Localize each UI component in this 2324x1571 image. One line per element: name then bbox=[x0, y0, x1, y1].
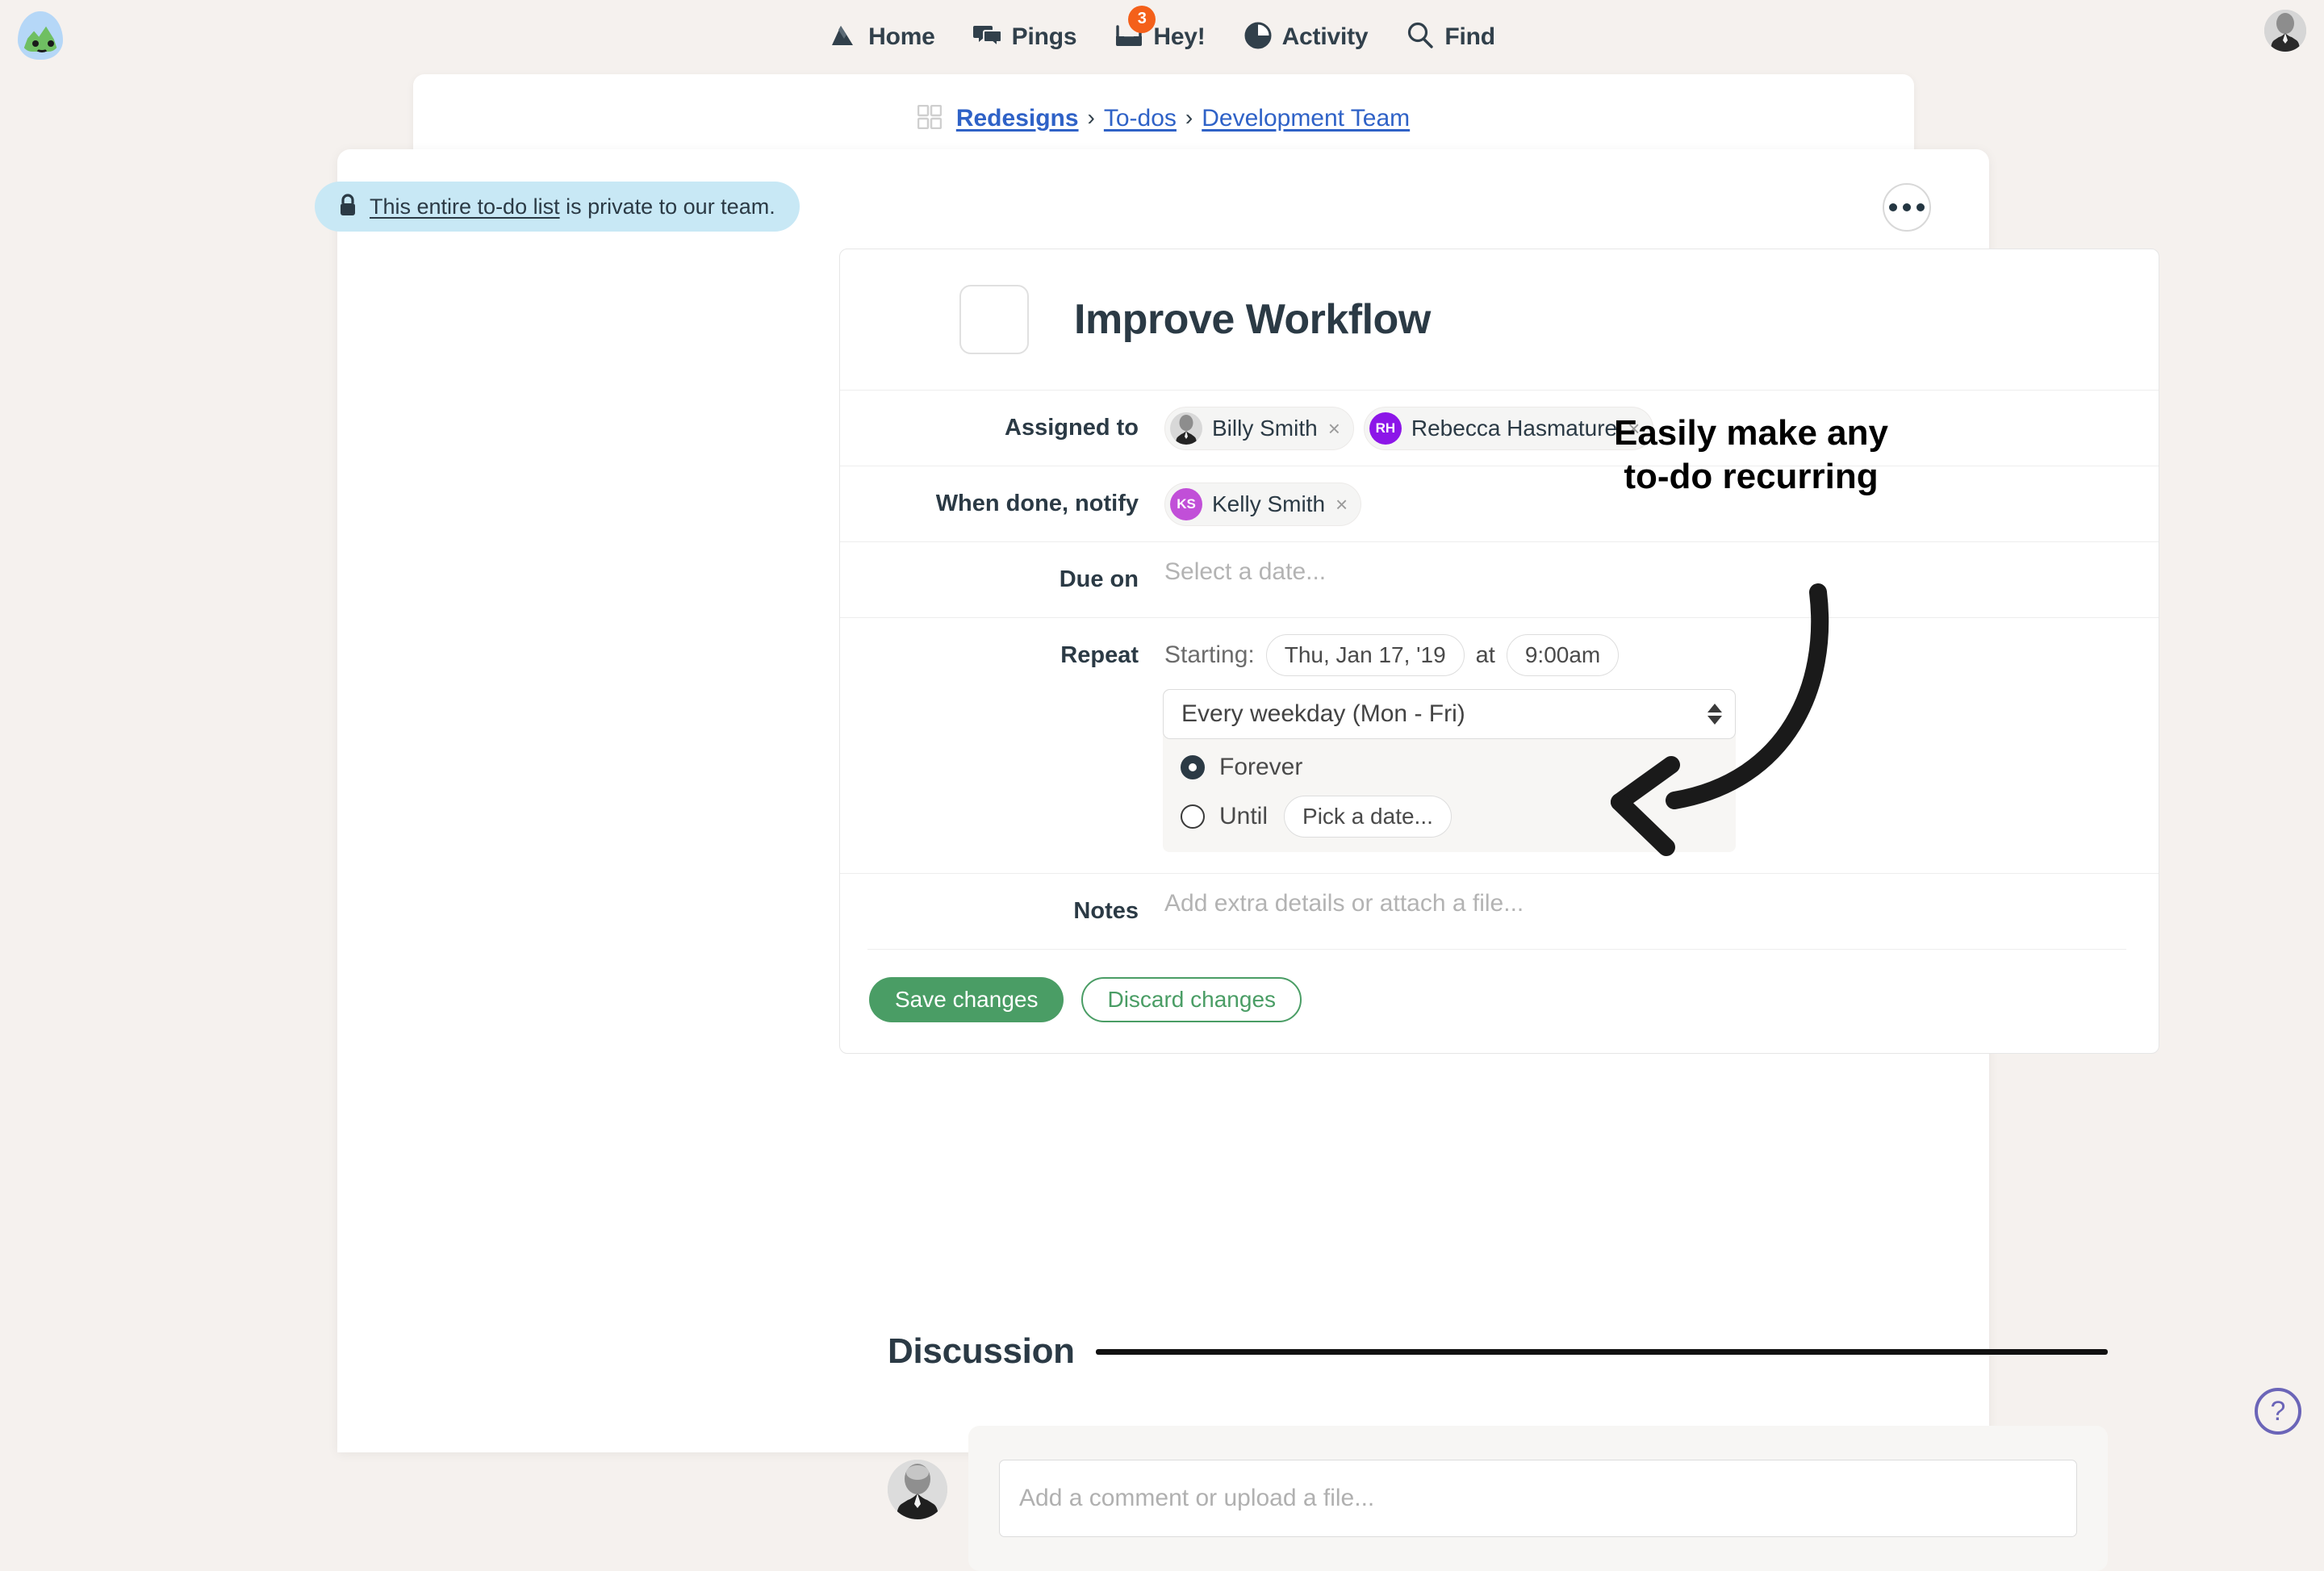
discussion-section-header: Discussion bbox=[888, 1331, 2108, 1372]
field-row-assigned-to: Assigned to Billy Smith × bbox=[840, 390, 2159, 466]
nav-item-find[interactable]: Find bbox=[1403, 17, 1497, 58]
repeat-frequency-value: Every weekday (Mon - Fri) bbox=[1181, 700, 1465, 728]
person-chip-rebecca-hasmature[interactable]: RH Rebecca Hasmature × bbox=[1364, 407, 1653, 450]
top-navigation-bar: Home Pings 3 Hey! bbox=[0, 0, 2324, 74]
nav-item-activity[interactable]: Activity bbox=[1241, 17, 1370, 58]
privacy-notice-text: This entire to-do list is private to our… bbox=[370, 194, 775, 219]
radio-forever[interactable] bbox=[1181, 755, 1205, 779]
discussion-title: Discussion bbox=[888, 1331, 1075, 1372]
dot-3 bbox=[1916, 203, 1925, 211]
nav-label-find: Find bbox=[1444, 23, 1495, 51]
todo-detail-card: This entire to-do list is private to our… bbox=[337, 149, 1989, 1452]
field-row-due-on: Due on Select a date... bbox=[840, 541, 2159, 617]
commenter-avatar bbox=[888, 1460, 947, 1519]
form-actions: Save changes Discard changes bbox=[867, 949, 2126, 1053]
repeat-starting-label: Starting: bbox=[1164, 641, 1255, 669]
breadcrumb-separator-1: › bbox=[1088, 105, 1095, 131]
field-value-notes: Add extra details or attach a file... bbox=[1139, 874, 2126, 932]
todo-title: Improve Workflow bbox=[1074, 295, 1431, 344]
field-row-repeat: Repeat Starting: Thu, Jan 17, '19 at 9:0… bbox=[840, 617, 2159, 873]
comment-input[interactable]: Add a comment or upload a file... bbox=[999, 1460, 2077, 1537]
breadcrumb-item-redesigns[interactable]: Redesigns bbox=[956, 105, 1079, 132]
nav-item-hey[interactable]: 3 Hey! bbox=[1112, 17, 1206, 58]
nav-label-home: Home bbox=[868, 23, 935, 51]
radio-until[interactable] bbox=[1181, 804, 1205, 829]
radio-label-forever: Forever bbox=[1219, 754, 1302, 781]
discard-changes-button[interactable]: Discard changes bbox=[1081, 977, 1302, 1022]
privacy-notice-rest: is private to our team. bbox=[560, 194, 775, 219]
field-label-assigned-to: Assigned to bbox=[840, 391, 1139, 441]
dot-1 bbox=[1889, 203, 1897, 211]
discussion-divider bbox=[1096, 1349, 2108, 1355]
search-icon bbox=[1405, 20, 1436, 55]
repeat-end-option-forever[interactable]: Forever bbox=[1163, 754, 1736, 781]
home-icon bbox=[829, 20, 859, 55]
nav-items: Home Pings 3 Hey! bbox=[827, 17, 1497, 58]
avatar-kelly-smith: KS bbox=[1170, 488, 1202, 520]
remove-person-kelly-smith[interactable]: × bbox=[1335, 492, 1348, 517]
field-label-due-on: Due on bbox=[840, 542, 1139, 593]
breadcrumb-separator-2: › bbox=[1185, 105, 1193, 131]
field-value-assigned-to: Billy Smith × RH Rebecca Hasmature × bbox=[1139, 391, 2126, 465]
lock-icon bbox=[337, 193, 358, 221]
dot-2 bbox=[1903, 203, 1911, 211]
grid-icon[interactable] bbox=[917, 105, 942, 133]
person-name-rebecca-hasmature: Rebecca Hasmature bbox=[1411, 416, 1617, 441]
person-name-billy-smith: Billy Smith bbox=[1212, 416, 1318, 441]
basecamp-logo[interactable] bbox=[11, 6, 69, 65]
privacy-notice-link[interactable]: This entire to-do list bbox=[370, 194, 560, 219]
todo-header: Improve Workflow bbox=[840, 249, 2159, 390]
person-name-kelly-smith: Kelly Smith bbox=[1212, 491, 1325, 517]
privacy-notice: This entire to-do list is private to our… bbox=[315, 182, 800, 232]
todo-complete-checkbox[interactable] bbox=[959, 285, 1029, 354]
remove-person-billy-smith[interactable]: × bbox=[1328, 416, 1340, 441]
field-label-repeat: Repeat bbox=[840, 618, 1139, 669]
field-value-due-on: Select a date... bbox=[1139, 542, 2126, 600]
notes-input[interactable]: Add extra details or attach a file... bbox=[1164, 890, 1524, 917]
field-label-notify-when-done: When done, notify bbox=[840, 466, 1139, 517]
repeat-at-label: at bbox=[1476, 642, 1495, 669]
nav-item-home[interactable]: Home bbox=[827, 17, 937, 58]
repeat-start-date-field[interactable]: Thu, Jan 17, '19 bbox=[1266, 634, 1465, 676]
nav-item-pings[interactable]: Pings bbox=[971, 17, 1079, 58]
stepper-icon[interactable] bbox=[1707, 704, 1722, 725]
breadcrumb-item-development-team[interactable]: Development Team bbox=[1202, 105, 1410, 132]
repeat-options-box: Every weekday (Mon - Fri) Forever Until bbox=[1163, 689, 1736, 852]
save-changes-button[interactable]: Save changes bbox=[869, 977, 1064, 1022]
avatar-billy-smith bbox=[1170, 412, 1202, 445]
logo-eye-right bbox=[48, 40, 54, 47]
field-row-notes: Notes Add extra details or attach a file… bbox=[840, 873, 2159, 949]
until-date-field[interactable]: Pick a date... bbox=[1284, 796, 1452, 838]
person-chip-billy-smith[interactable]: Billy Smith × bbox=[1164, 407, 1354, 450]
due-on-input[interactable]: Select a date... bbox=[1164, 558, 1326, 586]
chevron-up-icon bbox=[1707, 704, 1722, 712]
user-avatar[interactable] bbox=[2264, 10, 2306, 52]
nav-label-activity: Activity bbox=[1282, 23, 1369, 51]
logo-smile bbox=[36, 45, 48, 52]
todo-form-panel: Improve Workflow Assigned to Billy Smith bbox=[839, 249, 2159, 1054]
help-button[interactable]: ? bbox=[2255, 1388, 2301, 1435]
nav-label-hey: Hey! bbox=[1153, 23, 1205, 51]
field-row-notify-when-done: When done, notify KS Kelly Smith × bbox=[840, 466, 2159, 541]
comment-composer: Add a comment or upload a file... bbox=[968, 1426, 2108, 1571]
repeat-start-line: Starting: Thu, Jan 17, '19 at 9:00am bbox=[1164, 634, 1619, 676]
breadcrumb-item-todos[interactable]: To-dos bbox=[1104, 105, 1177, 132]
more-options-button[interactable] bbox=[1883, 183, 1931, 232]
person-chip-kelly-smith[interactable]: KS Kelly Smith × bbox=[1164, 483, 1361, 526]
activity-pie-icon bbox=[1243, 20, 1273, 55]
repeat-frequency-select[interactable]: Every weekday (Mon - Fri) bbox=[1163, 689, 1736, 739]
remove-person-rebecca-hasmature[interactable]: × bbox=[1628, 416, 1640, 441]
field-label-notes: Notes bbox=[840, 874, 1139, 925]
avatar-rebecca-hasmature: RH bbox=[1369, 412, 1402, 445]
field-value-repeat: Starting: Thu, Jan 17, '19 at 9:00am Eve… bbox=[1139, 618, 2126, 873]
chevron-down-icon bbox=[1707, 716, 1722, 725]
pings-icon bbox=[972, 20, 1003, 55]
repeat-end-option-until[interactable]: Until Pick a date... bbox=[1163, 796, 1736, 838]
nav-label-pings: Pings bbox=[1012, 23, 1077, 51]
repeat-start-time-field[interactable]: 9:00am bbox=[1507, 634, 1619, 676]
hey-unread-badge: 3 bbox=[1128, 6, 1156, 33]
field-value-notify-when-done: KS Kelly Smith × bbox=[1139, 466, 2126, 541]
radio-label-until: Until bbox=[1219, 803, 1268, 830]
